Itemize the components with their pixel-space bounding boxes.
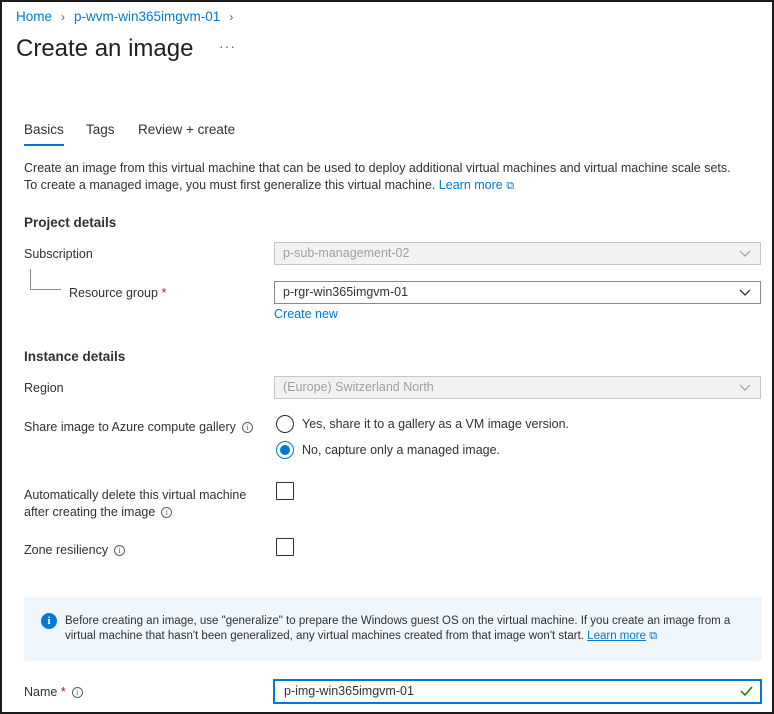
share-no-label: No, capture only a managed image.	[302, 443, 501, 457]
chevron-down-icon	[739, 384, 751, 391]
resource-group-label: Resource group *	[69, 286, 167, 300]
info-icon[interactable]: i	[161, 507, 173, 519]
chevron-down-icon	[739, 289, 751, 296]
external-link-icon: ⧉	[649, 630, 658, 642]
tab-tags[interactable]: Tags	[86, 122, 115, 137]
banner-learn-more-link[interactable]: Learn more	[587, 630, 646, 642]
project-details-heading: Project details	[24, 215, 117, 230]
share-no-radio[interactable]	[276, 441, 294, 459]
create-new-link[interactable]: Create new	[274, 307, 338, 321]
page-title: Create an image	[16, 35, 194, 62]
info-icon: i	[41, 613, 57, 629]
region-label: Region	[24, 381, 64, 395]
info-icon[interactable]: i	[114, 545, 126, 557]
zone-resiliency-checkbox[interactable]	[276, 538, 294, 556]
banner-text: Before creating an image, use "generaliz…	[65, 615, 731, 642]
tree-connector	[30, 269, 31, 290]
checkmark-icon	[740, 686, 753, 697]
info-icon[interactable]: i	[71, 687, 83, 699]
chevron-down-icon	[739, 250, 751, 257]
required-marker: *	[60, 685, 66, 699]
auto-delete-label: Automatically delete this virtual machin…	[24, 488, 247, 519]
resource-group-value: p-rgr-win365imgvm-01	[283, 285, 409, 299]
auto-delete-checkbox[interactable]	[276, 482, 294, 500]
region-select: (Europe) Switzerland North	[274, 376, 761, 399]
description-line-2: To create a managed image, you must firs…	[24, 178, 515, 192]
tree-connector	[30, 289, 61, 290]
learn-more-link[interactable]: Learn more ⧉	[439, 178, 514, 192]
required-marker: *	[161, 286, 167, 300]
create-image-blade: Home › p-wvm-win365imgvm-01 › Create an …	[0, 0, 774, 714]
region-value: (Europe) Switzerland North	[283, 380, 434, 394]
tab-review-create[interactable]: Review + create	[138, 122, 235, 137]
chevron-right-icon: ›	[61, 9, 66, 24]
generalize-info-banner: i Before creating an image, use "general…	[24, 597, 762, 661]
breadcrumb-vm-link[interactable]: p-wvm-win365imgvm-01	[74, 9, 220, 24]
share-yes-label: Yes, share it to a gallery as a VM image…	[302, 417, 570, 431]
subscription-select: p-sub-management-02	[274, 242, 761, 265]
resource-group-select[interactable]: p-rgr-win365imgvm-01	[274, 281, 761, 304]
share-gallery-label: Share image to Azure compute gallery i	[24, 420, 253, 434]
description: Create an image from this virtual machin…	[24, 160, 764, 195]
breadcrumb-home-link[interactable]: Home	[16, 9, 52, 24]
subscription-value: p-sub-management-02	[283, 246, 410, 260]
info-icon[interactable]: i	[241, 422, 253, 434]
external-link-icon: ⧉	[506, 180, 515, 192]
name-input[interactable]: p-img-win365imgvm-01	[273, 679, 762, 704]
more-options-button[interactable]: ···	[219, 38, 236, 54]
zone-resiliency-label: Zone resiliency i	[24, 543, 126, 557]
tab-basics[interactable]: Basics	[24, 122, 64, 146]
name-label: Name * i	[24, 685, 83, 699]
breadcrumb: Home › p-wvm-win365imgvm-01 ›	[16, 9, 242, 24]
name-value: p-img-win365imgvm-01	[284, 684, 414, 698]
instance-details-heading: Instance details	[24, 349, 126, 364]
chevron-right-icon: ›	[229, 9, 234, 24]
subscription-label: Subscription	[24, 247, 93, 261]
description-line-1: Create an image from this virtual machin…	[24, 161, 731, 175]
share-yes-radio[interactable]	[276, 415, 294, 433]
